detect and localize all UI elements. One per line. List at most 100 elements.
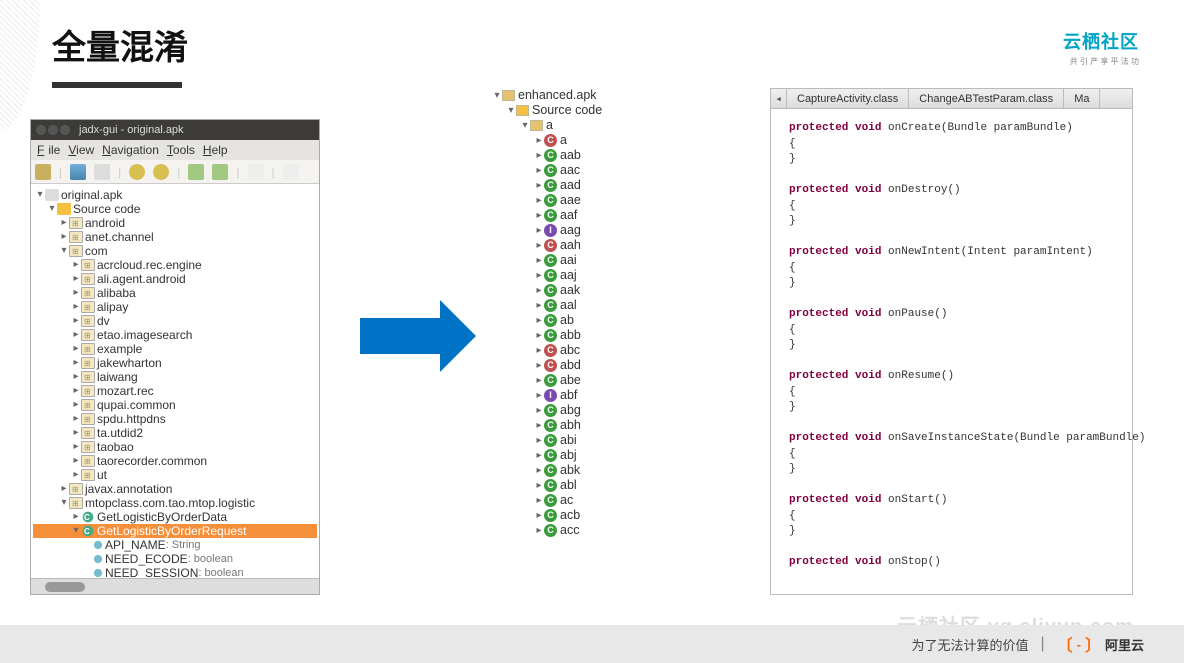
tree-twist-icon[interactable]: ▸ <box>71 328 81 342</box>
tree-twist-icon[interactable]: ▸ <box>534 148 544 163</box>
tree-item[interactable]: ▸javax.annotation <box>33 482 317 496</box>
tree-item[interactable]: ▸Caab <box>492 148 692 163</box>
tree-twist-icon[interactable]: ▸ <box>71 258 81 272</box>
tree-item[interactable]: ▸Cacb <box>492 508 692 523</box>
tree-twist-icon[interactable]: ▸ <box>71 398 81 412</box>
tree-item[interactable]: ▸Caal <box>492 298 692 313</box>
tree-twist-icon[interactable]: ▾ <box>59 496 69 510</box>
tree-item[interactable]: ▸Caai <box>492 253 692 268</box>
tree-twist-icon[interactable]: ▸ <box>534 238 544 253</box>
flat-icon[interactable] <box>94 164 110 180</box>
tree-item[interactable]: ▸Ca <box>492 133 692 148</box>
tree-twist-icon[interactable]: ▸ <box>71 454 81 468</box>
tree-item[interactable]: ▸Iaag <box>492 223 692 238</box>
tree-twist-icon[interactable]: ▸ <box>534 358 544 373</box>
tree-item[interactable]: ▸mozart.rec <box>33 384 317 398</box>
tree-item[interactable]: ▸Cabb <box>492 328 692 343</box>
tree-item[interactable]: ▸Cabg <box>492 403 692 418</box>
tree-item[interactable]: ▸Caad <box>492 178 692 193</box>
tree-twist-icon[interactable]: ▸ <box>534 208 544 223</box>
tree-item[interactable]: ▸Caae <box>492 193 692 208</box>
sync-icon[interactable] <box>70 164 86 180</box>
tree-twist-icon[interactable]: ▸ <box>71 314 81 328</box>
tree-twist-icon[interactable]: ▸ <box>71 412 81 426</box>
tree-item[interactable]: ▸Cabd <box>492 358 692 373</box>
tree-twist-icon[interactable]: ▸ <box>71 426 81 440</box>
tree-item[interactable]: ▸Cabi <box>492 433 692 448</box>
search-icon[interactable] <box>129 164 145 180</box>
tree-twist-icon[interactable]: ▾ <box>492 88 502 103</box>
tree-twist-icon[interactable]: ▸ <box>534 298 544 313</box>
tree-twist-icon[interactable]: ▸ <box>71 356 81 370</box>
tree-item[interactable]: ▸qupai.common <box>33 398 317 412</box>
tree-item[interactable]: ▸GetLogisticByOrderData <box>33 510 317 524</box>
tree-item[interactable]: ▸laiwang <box>33 370 317 384</box>
horizontal-scrollbar[interactable] <box>31 578 319 594</box>
tree-item[interactable]: ▸Cac <box>492 493 692 508</box>
tree-item[interactable]: ▾GetLogisticByOrderRequest <box>33 524 317 538</box>
tree-twist-icon[interactable]: ▸ <box>71 468 81 482</box>
package-tree[interactable]: ▾original.apk▾Source code▸android▸anet.c… <box>31 184 319 578</box>
tree-item[interactable]: ▸Cabc <box>492 343 692 358</box>
tree-twist-icon[interactable]: ▸ <box>71 440 81 454</box>
tree-item[interactable]: ▸Caaj <box>492 268 692 283</box>
tree-twist-icon[interactable]: ▸ <box>71 510 81 524</box>
tree-item[interactable]: ▸alipay <box>33 300 317 314</box>
tab-capture-activity[interactable]: CaptureActivity.class <box>787 89 909 108</box>
tree-twist-icon[interactable]: ▸ <box>534 253 544 268</box>
tree-item[interactable]: ▸Cab <box>492 313 692 328</box>
tree-item[interactable]: ▸Cabj <box>492 448 692 463</box>
tab-change-abtest[interactable]: ChangeABTestParam.class <box>909 89 1064 108</box>
tree-item[interactable]: ▾mtopclass.com.tao.mtop.logistic <box>33 496 317 510</box>
tree-twist-icon[interactable]: ▸ <box>71 384 81 398</box>
forward-icon[interactable] <box>212 164 228 180</box>
tree-twist-icon[interactable]: ▸ <box>534 313 544 328</box>
menu-help[interactable]: Help <box>201 143 230 157</box>
tree-twist-icon[interactable]: ▸ <box>534 448 544 463</box>
tree-twist-icon[interactable]: ▸ <box>534 268 544 283</box>
tree-twist-icon[interactable]: ▸ <box>534 433 544 448</box>
tree-item[interactable]: ▾Source code <box>33 202 317 216</box>
back-icon[interactable] <box>188 164 204 180</box>
tree-item[interactable]: ▾Source code <box>492 103 692 118</box>
tree-twist-icon[interactable]: ▾ <box>59 244 69 258</box>
tree-item[interactable]: ▸acrcloud.rec.engine <box>33 258 317 272</box>
tree-twist-icon[interactable]: ▸ <box>59 482 69 496</box>
tree-twist-icon[interactable]: ▸ <box>534 508 544 523</box>
tree-item[interactable]: ▸anet.channel <box>33 230 317 244</box>
tree-item[interactable]: ▸Caaf <box>492 208 692 223</box>
tree-item[interactable]: ▸example <box>33 342 317 356</box>
tree-twist-icon[interactable]: ▸ <box>534 388 544 403</box>
tree-twist-icon[interactable]: ▸ <box>59 216 69 230</box>
tree-item[interactable]: NEED_ECODE : boolean <box>33 552 317 566</box>
tree-item[interactable]: ▸jakewharton <box>33 356 317 370</box>
tree-item[interactable]: ▸spdu.httpdns <box>33 412 317 426</box>
tree-item[interactable]: ▸Caak <box>492 283 692 298</box>
tree-item[interactable]: ▸Cabk <box>492 463 692 478</box>
deobf-icon[interactable] <box>248 164 264 180</box>
tree-twist-icon[interactable]: ▸ <box>534 478 544 493</box>
tree-twist-icon[interactable]: ▸ <box>534 463 544 478</box>
tree-item[interactable]: ▾a <box>492 118 692 133</box>
tree-twist-icon[interactable]: ▸ <box>71 286 81 300</box>
tree-item[interactable]: ▸taorecorder.common <box>33 454 317 468</box>
menu-file[interactable]: File <box>35 143 62 157</box>
tree-twist-icon[interactable]: ▸ <box>534 328 544 343</box>
tree-item[interactable]: NEED_SESSION : boolean <box>33 566 317 578</box>
log-icon[interactable] <box>283 164 299 180</box>
tree-item[interactable]: ▸android <box>33 216 317 230</box>
tree-twist-icon[interactable]: ▸ <box>71 370 81 384</box>
tab-truncated[interactable]: Ma <box>1064 89 1100 108</box>
tree-twist-icon[interactable]: ▸ <box>534 418 544 433</box>
tree-item[interactable]: ▸ali.agent.android <box>33 272 317 286</box>
tree-twist-icon[interactable]: ▸ <box>534 523 544 538</box>
tree-twist-icon[interactable]: ▾ <box>71 524 81 538</box>
window-titlebar[interactable]: jadx-gui - original.apk <box>31 120 319 140</box>
tree-item[interactable]: ▸Iabf <box>492 388 692 403</box>
open-icon[interactable] <box>35 164 51 180</box>
tree-twist-icon[interactable]: ▸ <box>59 230 69 244</box>
tree-twist-icon[interactable]: ▾ <box>520 118 530 133</box>
tree-twist-icon[interactable]: ▸ <box>534 403 544 418</box>
tree-item[interactable]: API_NAME : String <box>33 538 317 552</box>
tree-twist-icon[interactable]: ▸ <box>534 223 544 238</box>
